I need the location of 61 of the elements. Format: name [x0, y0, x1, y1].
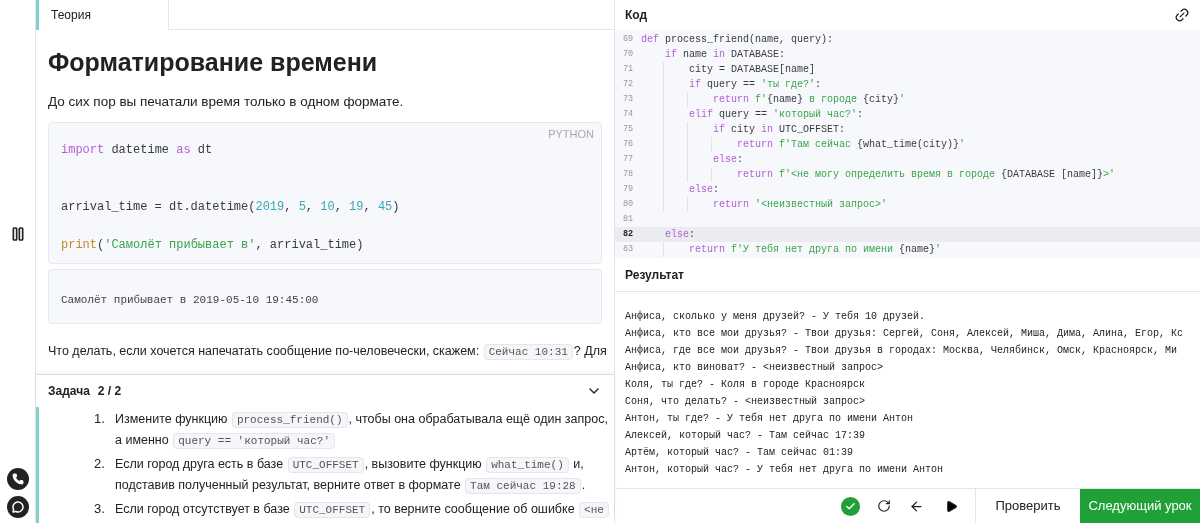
intro-text: До сих пор вы печатали время только в одном формате. — [48, 93, 405, 111]
line-number: 76 — [622, 138, 635, 151]
lesson-title: Форматирование времени — [48, 47, 379, 78]
code-line: if name in DATABASE: — [664, 49, 786, 60]
code-line: else: — [688, 184, 720, 195]
line-number: 79 — [622, 183, 635, 196]
code-line: return '<неизвестный запрос>' — [712, 199, 888, 210]
result-line: Анфиса, где все мои друзья? - Твои друзья в городах: Москва, Челябинск, Омск, Красноярск, Ми — [625, 343, 1178, 358]
line-number: 71 — [622, 63, 635, 76]
line-number: 77 — [622, 153, 635, 166]
task-item-text: Если город друга есть в базе UTC_OFFSET , вызовите функцию what_time() и, подставив полученный результат, верните ответ в формате Там сейчас 19:28 . — [115, 456, 587, 496]
line-number: 82 — [622, 228, 635, 241]
result-title: Результат — [625, 266, 684, 284]
theory-tab[interactable]: Теория — [36, 0, 169, 30]
line-number: 73 — [622, 93, 635, 106]
output-line: Самолёт прибывает в 2019-05-10 19:45:00 — [61, 293, 319, 309]
line-number: 83 — [622, 243, 635, 256]
code-line: def process_friend(name, query): — [641, 34, 834, 45]
code-line: if query == 'ты где?': — [688, 79, 822, 90]
code-line: city = DATABASE[name] — [688, 64, 816, 75]
code-line: return f'<не могу определить время в городе {DATABASE [name]}>' — [736, 169, 1116, 180]
language-label: PYTHON — [548, 127, 594, 143]
result-line: Коля, ты где? - Коля в городе Красноярск — [625, 378, 866, 392]
result-line: Анфиса, кто виноват? - <неизвестный запрос> — [625, 360, 884, 375]
code-line: print('Самолёт прибывает в', arrival_time) — [61, 237, 364, 255]
phone-icon[interactable] — [6, 468, 29, 490]
code-line: return f'Там сейчас {what_time(city)}' — [736, 139, 966, 150]
code-line: elif query == 'который час?': — [688, 109, 864, 120]
result-line: Антон, который час? - У тебя нет друга по имени Антон — [625, 462, 944, 477]
code-line: return f'{name} в городе {city}' — [712, 94, 906, 105]
task-counter: 2 / 2 — [97, 383, 122, 400]
code-line: if city in UTC_OFFSET: — [712, 124, 846, 135]
result-line: Антон, ты где? - У тебя нет друга по имени Антон — [625, 411, 914, 426]
code-line: else: — [712, 154, 744, 165]
code-line: import datetime as dt — [61, 142, 213, 160]
code-panel-title: Код — [625, 7, 648, 24]
line-number: 80 — [622, 198, 635, 211]
reload-icon[interactable] — [877, 499, 891, 513]
result-line: Анфиса, кто все мои друзья? - Твои друзья: Сергей, Соня, Алексей, Миша, Дима, Алина, Егор, Кс — [625, 326, 1184, 341]
result-line: Алексей, который час? - Там сейчас 17:39 — [625, 429, 866, 443]
line-number: 75 — [622, 123, 635, 136]
line-number: 72 — [622, 78, 635, 91]
result-line: Соня, что делать? - <неизвестный запрос> — [625, 395, 866, 409]
task-item-text: Если город отсутствует в базе UTC_OFFSET , то верните сообщение об ошибке <не — [115, 499, 610, 520]
code-line: return f'У тебя нет друга по имени {name}' — [688, 244, 942, 255]
line-number: 70 — [622, 48, 635, 61]
line-number: 81 — [622, 213, 635, 226]
result-line: Анфиса, сколько у меня друзей? - У тебя 10 друзей. — [625, 309, 926, 324]
code-line: else: — [664, 229, 696, 240]
chat-icon[interactable] — [6, 496, 29, 518]
line-number: 78 — [622, 168, 635, 181]
item-number: 1. — [94, 410, 106, 428]
run-icon[interactable] — [945, 499, 958, 513]
paragraph: Что делать, если хочется напечатать сообщение по-человечески, скажем: Сейчас 10:31 ? Для — [48, 342, 607, 362]
item-number: 3. — [94, 500, 106, 518]
result-line: Артём, который час? - Там сейчас 01:39 — [625, 446, 854, 460]
line-number: 74 — [622, 108, 635, 121]
line-number: 69 — [622, 33, 635, 46]
code-line: arrival_time = dt.datetime(2019, 5, 10, 19, 45) — [61, 199, 400, 217]
task-title: Задача — [48, 383, 90, 400]
item-number: 2. — [94, 455, 106, 473]
